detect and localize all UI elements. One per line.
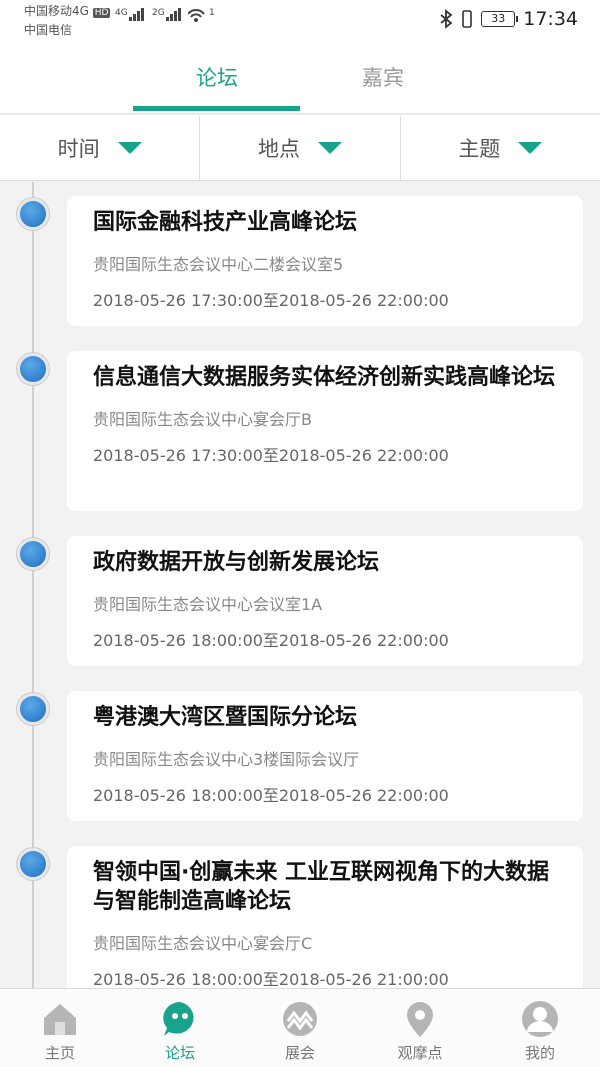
filter-location-label: 地点 xyxy=(257,136,300,161)
nav-exhibition[interactable]: 展会 xyxy=(240,989,360,1067)
caret-down-icon xyxy=(317,141,342,154)
nav-forum[interactable]: 论坛 xyxy=(120,989,240,1067)
forum-card[interactable]: 政府数据开放与创新发展论坛 贵阳国际生态会议中心会议室1A 2018-05-26… xyxy=(67,536,583,666)
timeline-dot-icon xyxy=(17,198,49,230)
signal-strength-icon: 4G xyxy=(115,8,144,21)
active-tab-indicator xyxy=(133,106,300,111)
carrier-2: 中国电信 xyxy=(24,23,73,37)
forum-title: 智领中国·创赢未来 工业互联网视角下的大数据与智能制造高峰论坛 xyxy=(93,860,550,914)
forum-time: 2018-05-26 17:30:00至2018-05-26 22:00:00 xyxy=(93,446,449,465)
exhibition-icon xyxy=(283,1002,317,1036)
forum-card[interactable]: 智领中国·创赢未来 工业互联网视角下的大数据与智能制造高峰论坛 贵阳国际生态会议… xyxy=(67,846,583,988)
signal-1-label: 4G xyxy=(115,8,128,18)
forum-time: 2018-05-26 18:00:00至2018-05-26 21:00:00 xyxy=(93,970,449,988)
carrier-info: 中国移动4G HD 中国电信 xyxy=(24,3,111,39)
vibrate-icon xyxy=(462,10,473,28)
timeline-dot-icon xyxy=(17,693,49,725)
wifi-badge: 1 xyxy=(209,8,215,18)
forum-title: 国际金融科技产业高峰论坛 xyxy=(93,210,358,235)
nav-forum-label: 论坛 xyxy=(164,1044,195,1062)
timeline-dot-icon xyxy=(17,538,49,570)
forum-location: 贵阳国际生态会议中心二楼会议室5 xyxy=(93,255,344,274)
filter-location[interactable]: 地点 xyxy=(200,115,401,180)
signal-strength-icon-2: 2G xyxy=(152,8,181,21)
caret-down-icon xyxy=(518,141,543,154)
nav-home-label: 主页 xyxy=(44,1044,75,1062)
hd-badge: HD xyxy=(92,8,111,18)
filter-bar: 时间 地点 主题 xyxy=(0,115,600,181)
caret-down-icon xyxy=(117,141,142,154)
chat-bubble-icon xyxy=(163,1002,194,1036)
forum-title: 政府数据开放与创新发展论坛 xyxy=(93,550,380,575)
forum-location: 贵阳国际生态会议中心宴会厅C xyxy=(93,934,313,953)
forum-card[interactable]: 信息通信大数据服务实体经济创新实践高峰论坛 贵阳国际生态会议中心宴会厅B 201… xyxy=(67,351,583,511)
filter-topic[interactable]: 主题 xyxy=(401,115,600,180)
signal-2-label: 2G xyxy=(152,8,165,18)
home-icon xyxy=(44,1004,76,1035)
forum-title: 粤港澳大湾区暨国际分论坛 xyxy=(93,705,358,730)
timeline-dot-icon xyxy=(17,353,49,385)
nav-exhibition-label: 展会 xyxy=(284,1044,315,1062)
forum-list[interactable]: 国际金融科技产业高峰论坛 贵阳国际生态会议中心二楼会议室5 2018-05-26… xyxy=(0,182,600,988)
battery-level: 33 xyxy=(491,12,506,25)
user-icon xyxy=(522,1001,558,1037)
timeline-dot-icon xyxy=(17,848,49,880)
forum-time: 2018-05-26 17:30:00至2018-05-26 22:00:00 xyxy=(93,291,449,310)
forum-time: 2018-05-26 18:00:00至2018-05-26 22:00:00 xyxy=(93,631,449,650)
status-bar: 中国移动4G HD 中国电信 4G 2G 1 33 17:34 xyxy=(0,0,600,40)
forum-location: 贵阳国际生态会议中心会议室1A xyxy=(93,595,323,614)
forum-location: 贵阳国际生态会议中心宴会厅B xyxy=(93,410,312,429)
forum-time: 2018-05-26 18:00:00至2018-05-26 22:00:00 xyxy=(93,786,449,805)
filter-time[interactable]: 时间 xyxy=(0,115,201,180)
tab-guests[interactable]: 嘉宾 xyxy=(298,62,468,92)
bluetooth-icon xyxy=(440,9,453,29)
status-right: 33 17:34 xyxy=(439,8,578,30)
nav-profile-label: 我的 xyxy=(524,1044,555,1062)
filter-topic-label: 主题 xyxy=(458,136,501,161)
bottom-nav: 主页 论坛 展会 观摩点 我的 xyxy=(0,988,600,1067)
wifi-hotspot-icon: 1 xyxy=(188,8,215,24)
forum-location: 贵阳国际生态会议中心3楼国际会议厅 xyxy=(93,750,360,769)
forum-card[interactable]: 国际金融科技产业高峰论坛 贵阳国际生态会议中心二楼会议室5 2018-05-26… xyxy=(67,196,583,326)
nav-observation-label: 观摩点 xyxy=(397,1044,443,1062)
nav-home[interactable]: 主页 xyxy=(0,989,120,1067)
nav-observation-point[interactable]: 观摩点 xyxy=(360,989,480,1067)
filter-time-label: 时间 xyxy=(57,136,100,161)
clock: 17:34 xyxy=(523,8,578,30)
forum-title: 信息通信大数据服务实体经济创新实践高峰论坛 xyxy=(93,365,556,390)
forum-card[interactable]: 粤港澳大湾区暨国际分论坛 贵阳国际生态会议中心3楼国际会议厅 2018-05-2… xyxy=(67,691,583,821)
location-pin-icon xyxy=(407,1002,433,1037)
top-tabs: 论坛 嘉宾 xyxy=(0,40,600,114)
carrier-1: 中国移动4G xyxy=(24,4,89,18)
tab-forum[interactable]: 论坛 xyxy=(132,62,302,92)
nav-profile[interactable]: 我的 xyxy=(480,989,600,1067)
battery-icon: 33 xyxy=(481,11,519,27)
